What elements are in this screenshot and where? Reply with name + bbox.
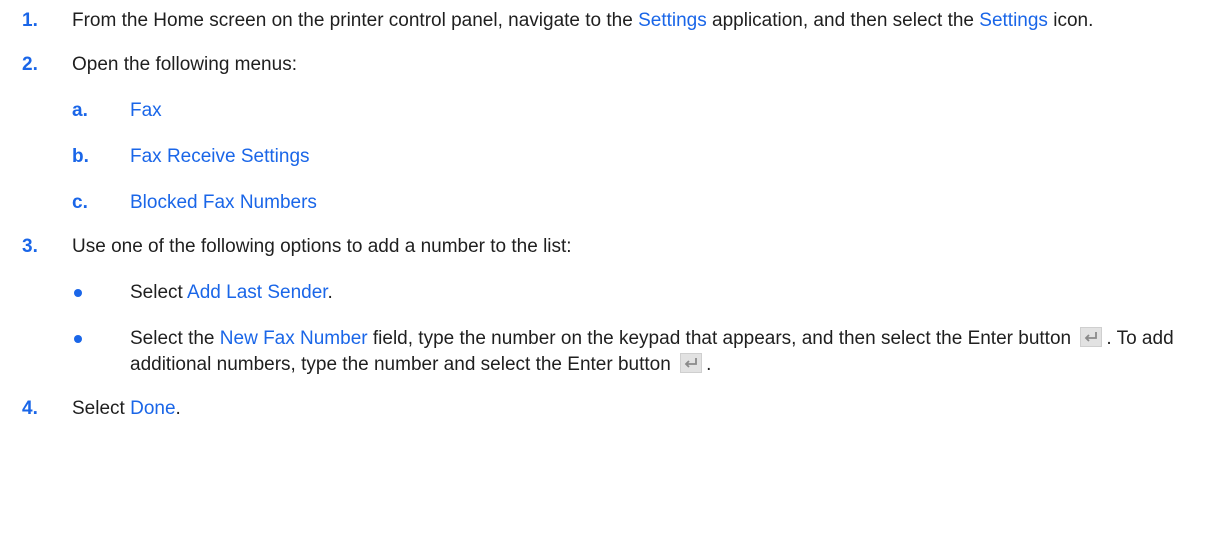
step-4: 4. Select Done. [0, 396, 1217, 422]
blocked-fax-numbers-link[interactable]: Blocked Fax Numbers [130, 192, 317, 213]
option-new-fax-number: Select the New Fax Number field, type th… [72, 326, 1177, 378]
option-text: . [327, 282, 333, 303]
step-number: 1. [22, 10, 38, 31]
new-fax-number-link[interactable]: New Fax Number [220, 328, 368, 349]
step-text: icon. [1047, 10, 1094, 31]
step-text: Open the following menus: [72, 54, 297, 75]
fax-receive-settings-link[interactable]: Fax Receive Settings [130, 146, 310, 167]
step-number: 3. [22, 236, 38, 257]
settings-app-link[interactable]: Settings [638, 10, 707, 31]
option-add-last-sender: Select Add Last Sender. [72, 280, 1177, 306]
menu-letter: a. [72, 100, 88, 121]
menu-item-fax: a. Fax [72, 98, 1177, 124]
option-text: field, type the number on the keypad tha… [367, 328, 1077, 349]
step-3: 3. Use one of the following options to a… [0, 234, 1217, 378]
enter-icon [1080, 327, 1103, 347]
option-text: . [706, 354, 712, 375]
add-last-sender-link[interactable]: Add Last Sender [187, 282, 328, 303]
fax-menu-link[interactable]: Fax [130, 100, 162, 121]
step-text: . [175, 398, 181, 419]
done-link[interactable]: Done [130, 398, 175, 419]
bullet-dot [74, 289, 82, 297]
menu-item-blocked-fax-numbers: c. Blocked Fax Numbers [72, 190, 1177, 216]
settings-icon-link[interactable]: Settings [979, 10, 1048, 31]
step-text: Use one of the following options to add … [72, 236, 572, 257]
enter-icon [680, 353, 703, 373]
instruction-steps: 1. From the Home screen on the printer c… [0, 0, 1217, 552]
menu-letter: c. [72, 192, 88, 213]
option-text: Select [130, 282, 188, 303]
option-text: Select the [130, 328, 220, 349]
step-number: 2. [22, 54, 38, 75]
bullet-dot [74, 335, 82, 343]
step-text: From the Home screen on the printer cont… [72, 10, 639, 31]
menu-letter: b. [72, 146, 89, 167]
step-number: 4. [22, 398, 38, 419]
step-2: 2. Open the following menus: a. Fax b. F… [0, 52, 1217, 216]
step-text: Select [72, 398, 131, 419]
step-text: application, and then select the [706, 10, 980, 31]
menu-item-fax-receive-settings: b. Fax Receive Settings [72, 144, 1177, 170]
step-1: 1. From the Home screen on the printer c… [0, 8, 1217, 34]
